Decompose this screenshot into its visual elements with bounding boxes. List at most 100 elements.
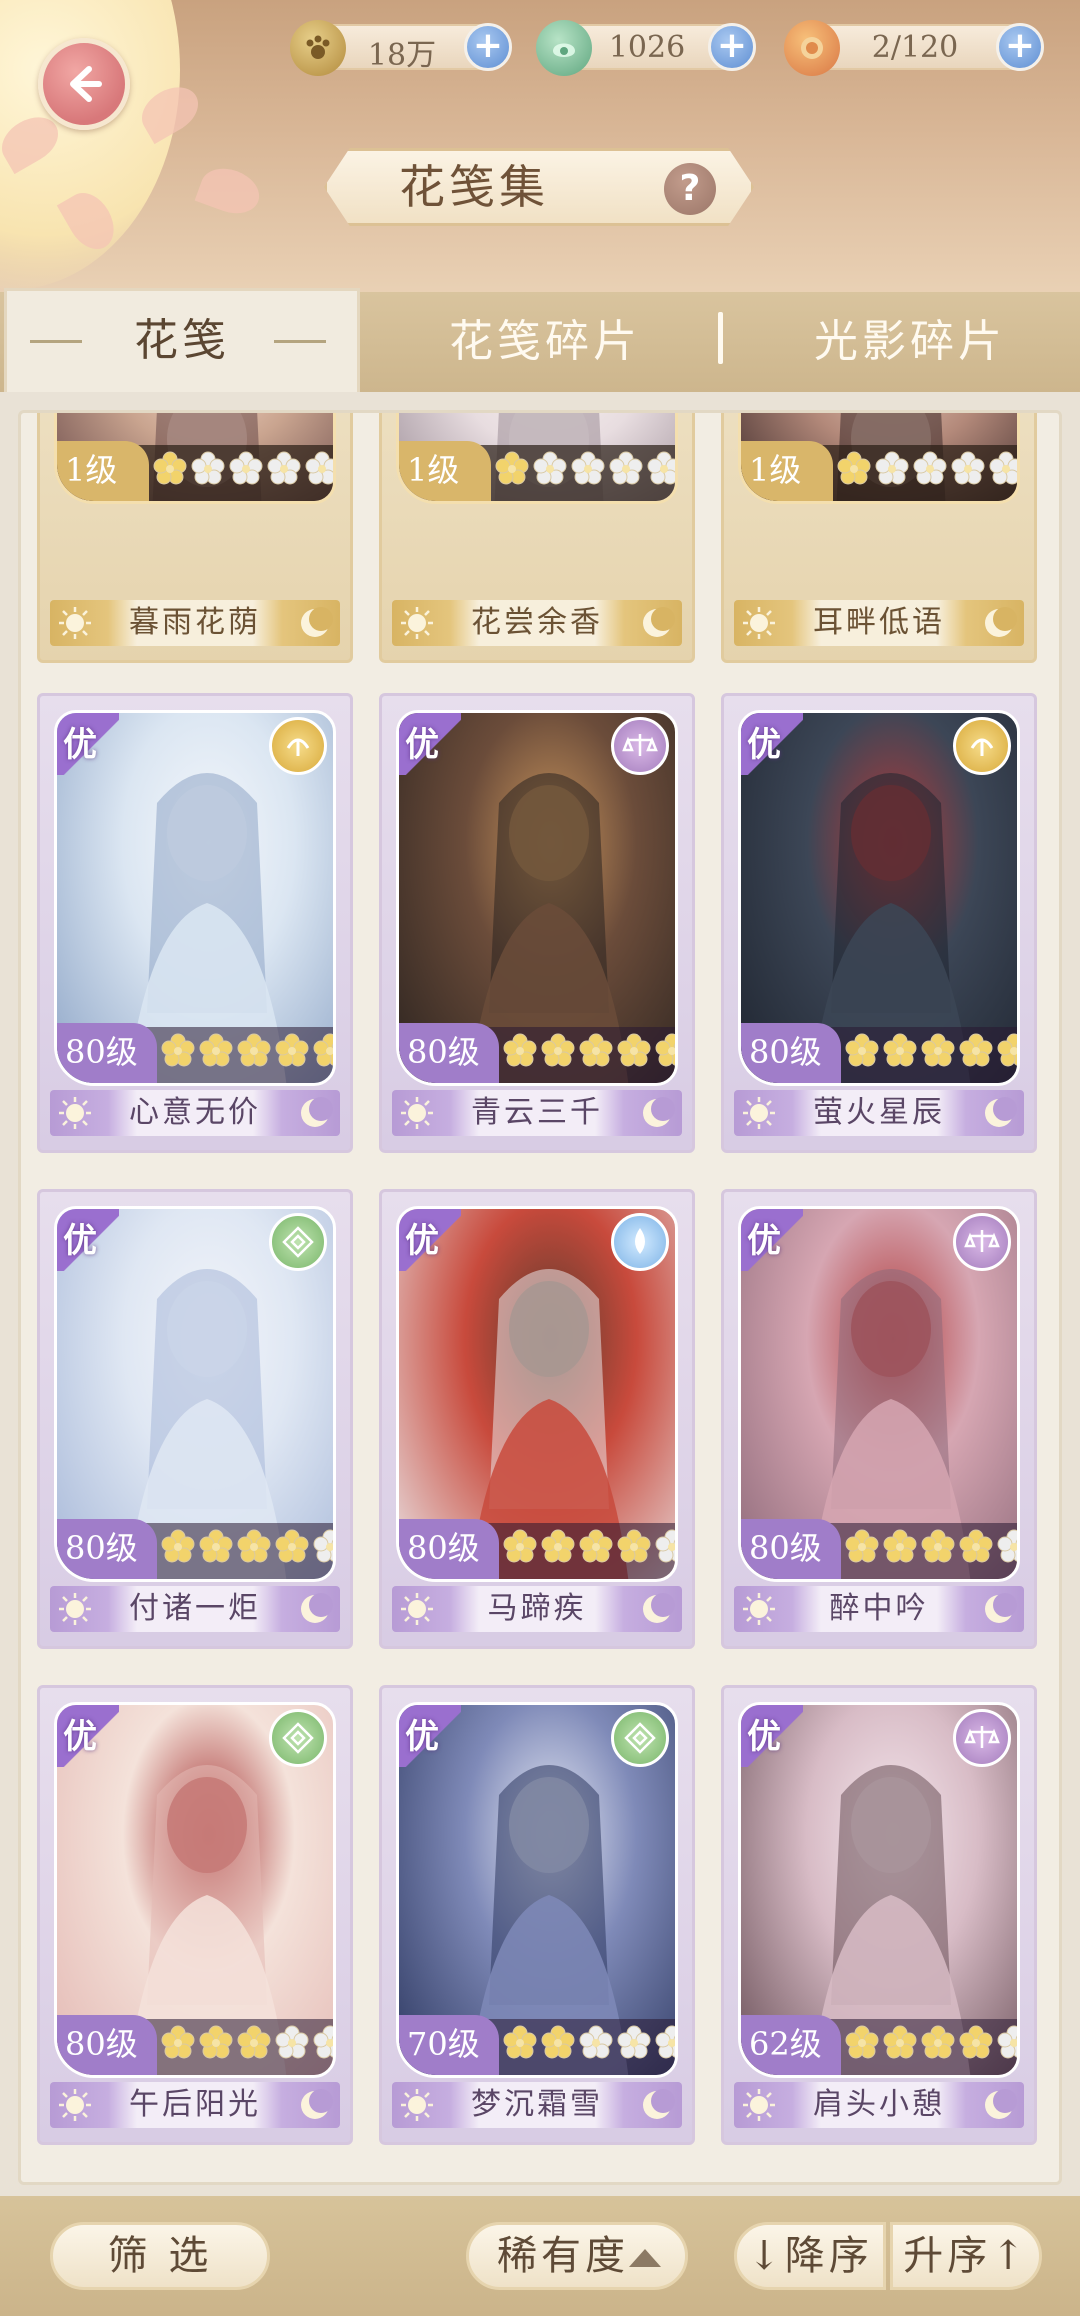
letter-card[interactable]: 优 80级 醉中吟 (721, 1189, 1037, 1649)
letter-card[interactable]: 1级耳畔低语 (721, 413, 1037, 663)
add-jade-button[interactable]: + (708, 23, 756, 71)
rank-label: 优 (63, 725, 97, 765)
card-artwork: 优 80级 (738, 1206, 1020, 1582)
moon-icon (301, 2089, 333, 2119)
card-name-strip: 梦沉霜雪 (392, 2082, 682, 2128)
star-filled-icon (541, 1033, 575, 1071)
star-filled-icon (883, 1033, 917, 1071)
rank-label: 优 (405, 1221, 439, 1261)
sort-rarity-dropdown[interactable]: 稀有度 (466, 2222, 688, 2290)
star-filled-icon (153, 451, 187, 489)
rank-label: 优 (747, 1717, 781, 1757)
card-name-strip: 马蹄疾 (392, 1586, 682, 1632)
card-name-strip: 午后阳光 (50, 2082, 340, 2128)
card-name: 耳畔低语 (813, 605, 945, 640)
letter-card[interactable]: 优 80级 萤火星辰 (721, 693, 1037, 1153)
card-level: 80级 (65, 1033, 138, 1071)
star-rating (161, 2025, 333, 2063)
star-empty-icon (655, 2025, 675, 2063)
card-level: 1级 (749, 451, 802, 489)
filter-button[interactable]: 筛 选 (50, 2222, 270, 2290)
star-empty-icon (313, 2025, 333, 2063)
green-attribute-icon (611, 1709, 669, 1767)
star-filled-icon (237, 1033, 271, 1071)
letter-card[interactable]: 1级花尝余香 (379, 413, 695, 663)
back-button[interactable] (38, 38, 130, 130)
star-filled-icon (503, 2025, 537, 2063)
star-rating (845, 1529, 1017, 1567)
star-empty-icon (191, 451, 225, 489)
rank-label: 优 (405, 1717, 439, 1757)
star-filled-icon (275, 1033, 309, 1071)
card-level: 62级 (749, 2025, 822, 2063)
star-filled-icon (959, 1529, 993, 1567)
letter-card[interactable]: 优 80级 午后阳光 (37, 1685, 353, 2145)
tab-letter-fragments[interactable]: 花笺碎片 (400, 292, 690, 392)
moon-icon (301, 1593, 333, 1623)
card-artwork: 优 80级 (54, 1702, 336, 2078)
stamina-resource: 2/120 + (784, 20, 1044, 76)
card-name: 花尝余香 (471, 605, 603, 640)
gold-attribute-icon (269, 717, 327, 775)
card-name-strip: 付诸一炬 (50, 1586, 340, 1632)
card-name-strip: 青云三千 (392, 1090, 682, 1136)
star-empty-icon (989, 451, 1017, 489)
moon-icon (643, 607, 675, 637)
sun-icon (59, 607, 91, 639)
star-empty-icon (275, 2025, 309, 2063)
rank-label: 优 (405, 725, 439, 765)
letter-card[interactable]: 优 80级 马蹄疾 (379, 1189, 695, 1649)
letter-card[interactable]: 优 80级 付诸一炬 (37, 1189, 353, 1649)
star-filled-icon (313, 1033, 333, 1071)
help-button[interactable]: ? (664, 163, 716, 215)
card-artwork: 优 80级 (54, 1206, 336, 1582)
moon-icon (301, 1097, 333, 1127)
star-filled-icon (579, 1033, 613, 1071)
star-empty-icon (609, 451, 643, 489)
letter-card[interactable]: 优 70级 梦沉霜雪 (379, 1685, 695, 2145)
star-filled-icon (275, 1529, 309, 1567)
star-rating (845, 2025, 1017, 2063)
sun-icon (743, 607, 775, 639)
star-filled-icon (237, 2025, 271, 2063)
moon-icon (643, 2089, 675, 2119)
card-name-strip: 花尝余香 (392, 600, 682, 646)
rank-label: 优 (747, 1221, 781, 1261)
card-artwork: 1级 (738, 413, 1020, 504)
card-level: 1级 (407, 451, 460, 489)
letter-card[interactable]: 优 80级心意无价 (37, 693, 353, 1153)
star-filled-icon (837, 451, 871, 489)
sun-icon (743, 1593, 775, 1625)
star-filled-icon (617, 1033, 651, 1071)
card-name: 心意无价 (129, 1095, 261, 1130)
sort-ascending-button[interactable]: 升序↑ (890, 2222, 1042, 2290)
jade-resource: 1026 + (536, 20, 756, 76)
tab-label: 花笺碎片 (449, 316, 641, 367)
star-filled-icon (495, 451, 529, 489)
rank-label: 优 (63, 1221, 97, 1261)
star-rating (153, 451, 333, 489)
sort-descending-button[interactable]: ↓降序 (734, 2222, 886, 2290)
green-attribute-icon (269, 1709, 327, 1767)
back-arrow-icon (70, 66, 102, 102)
letter-card[interactable]: 优 80级 青云三千 (379, 693, 695, 1153)
card-name: 青云三千 (471, 1095, 603, 1130)
star-empty-icon (913, 451, 947, 489)
top-header: 18万 + 1026 + 2/120 + 花笺集 ? (0, 0, 1080, 300)
star-filled-icon (959, 1033, 993, 1071)
bottom-toolbar: 筛 选 稀有度 ↓降序 升序↑ (0, 2196, 1080, 2316)
star-filled-icon (541, 2025, 575, 2063)
card-level: 80级 (65, 2025, 138, 2063)
letter-card[interactable]: 1级 暮雨花荫 (37, 413, 353, 663)
coin-resource: 18万 + (290, 20, 512, 76)
card-name-strip: 心意无价 (50, 1090, 340, 1136)
letter-card[interactable]: 优 62级 肩头小憩 (721, 1685, 1037, 2145)
card-artwork: 优 80级 (54, 710, 336, 1086)
moon-icon (985, 1593, 1017, 1623)
star-empty-icon (579, 2025, 613, 2063)
tab-light-fragments[interactable]: 光影碎片 (760, 292, 1060, 392)
card-artwork: 1级 (396, 413, 678, 504)
add-stamina-button[interactable]: + (996, 23, 1044, 71)
star-filled-icon (845, 1529, 879, 1567)
add-coin-button[interactable]: + (464, 23, 512, 71)
